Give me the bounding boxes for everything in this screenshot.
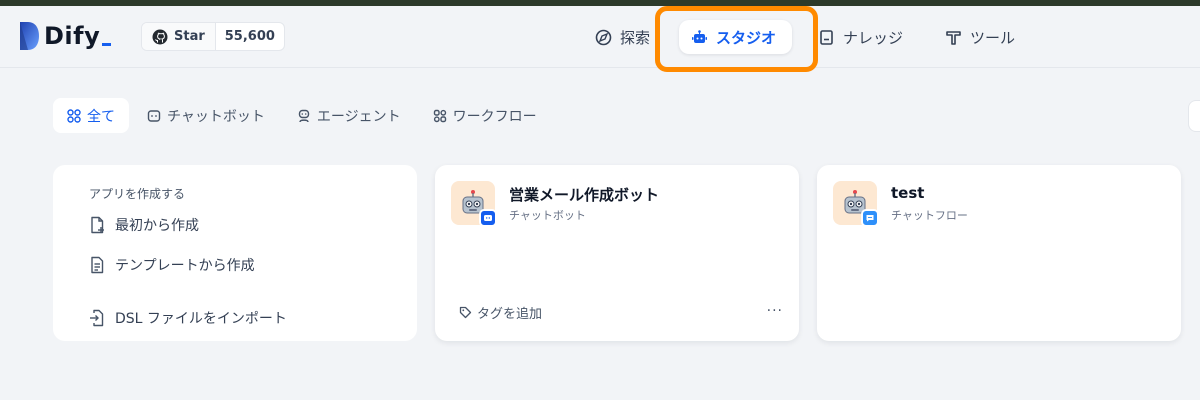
nav-explore[interactable]: 探索 [583, 20, 662, 54]
chat-bubble-icon [147, 109, 161, 122]
nav-knowledge[interactable]: ナレッジ [806, 20, 915, 54]
tab-agent-label: エージェント [316, 108, 401, 125]
tab-chatbot-label: チャットボット [167, 108, 265, 125]
app-type: チャットフロー [891, 209, 968, 222]
app-type-badge [861, 209, 879, 227]
create-app-card: アプリを作成する 最初から作成 テンプレートから作成 DSL ファイルをインポー… [53, 165, 417, 341]
create-from-template-label: テンプレートから作成 [115, 258, 255, 274]
logo-underscore [102, 42, 112, 46]
workflow-icon [433, 109, 446, 122]
github-star-label: Star [174, 29, 205, 44]
studio-highlight-box [655, 6, 818, 72]
github-icon [152, 29, 168, 44]
hammer-icon [946, 30, 961, 45]
app-name: test [891, 184, 925, 202]
partial-right-button[interactable] [1188, 100, 1200, 132]
top-header: Dify Star 55,600 探索 スタジオ ナレッジ ツール [0, 6, 1200, 68]
nav-tools-label: ツール [970, 28, 1016, 47]
tab-all[interactable]: 全て [53, 98, 129, 133]
app-name: 営業メール作成ボット [509, 186, 660, 204]
compass-icon [595, 29, 612, 45]
file-plus-icon [91, 216, 104, 234]
dify-logo[interactable]: Dify [18, 20, 112, 52]
dify-logo-mark [20, 22, 39, 50]
tab-workflow[interactable]: ワークフロー [419, 98, 551, 133]
logo-text: Dify [44, 22, 101, 50]
nav-tools[interactable]: ツール [933, 20, 1027, 54]
import-dsl-file[interactable]: DSL ファイルをインポート [89, 308, 287, 328]
create-from-blank[interactable]: 最初から作成 [89, 215, 199, 235]
chatbot-badge-icon [484, 215, 492, 221]
file-import-icon [90, 309, 104, 327]
agent-icon [298, 109, 310, 122]
app-filter-tabs: 全て チャットボット エージェント ワークフロー [53, 98, 551, 133]
tab-workflow-label: ワークフロー [452, 108, 537, 125]
import-dsl-file-label: DSL ファイルをインポート [115, 311, 287, 327]
github-star-count: 55,600 [224, 29, 275, 44]
app-type-badge [479, 209, 497, 227]
nav-knowledge-label: ナレッジ [843, 28, 904, 47]
tab-all-label: 全て [87, 108, 115, 125]
tag-icon [459, 306, 472, 319]
github-star-button[interactable]: Star 55,600 [141, 22, 285, 51]
grid-icon [67, 108, 81, 123]
nav-explore-label: 探索 [620, 28, 651, 47]
app-type: チャットボット [509, 209, 586, 222]
file-template-icon [91, 256, 104, 274]
create-app-title: アプリを作成する [89, 187, 186, 201]
app-card[interactable]: 営業メール作成ボット チャットボット タグを追加 ··· [435, 165, 799, 341]
github-star[interactable]: Star [142, 23, 216, 50]
create-from-blank-label: 最初から作成 [115, 218, 199, 234]
tab-chatbot[interactable]: チャットボット [133, 98, 279, 133]
book-icon [820, 29, 833, 45]
app-card[interactable]: test チャットフロー [817, 165, 1181, 341]
create-from-template[interactable]: テンプレートから作成 [89, 255, 255, 275]
chatflow-badge-icon [866, 215, 874, 222]
add-tag-button[interactable]: タグを追加 [459, 303, 542, 322]
add-tag-label: タグを追加 [477, 307, 543, 322]
more-options-icon[interactable]: ··· [767, 303, 783, 319]
tab-agent[interactable]: エージェント [283, 98, 415, 133]
